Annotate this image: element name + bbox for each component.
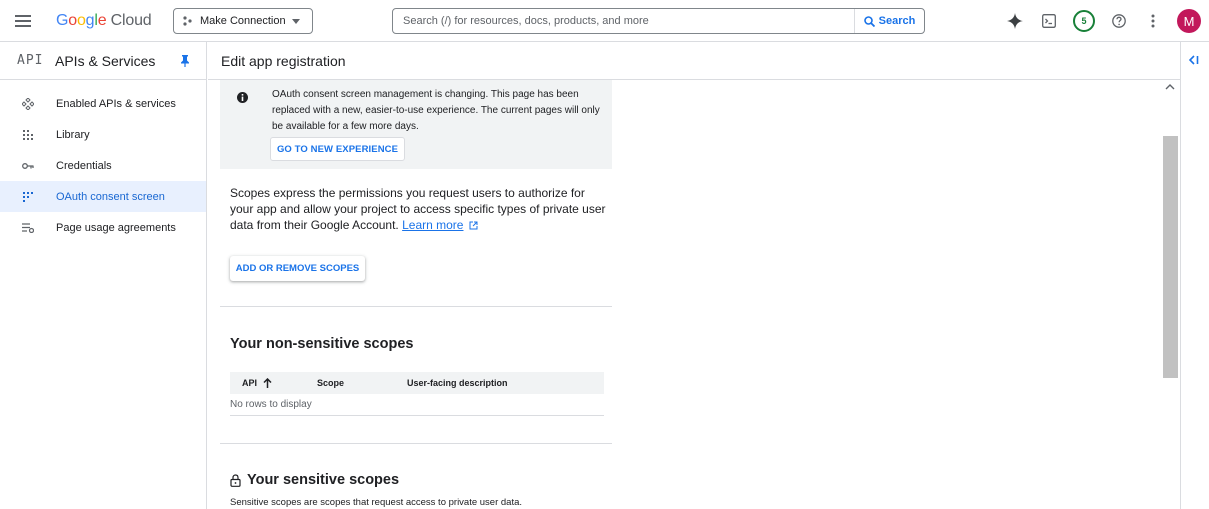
gemini-button[interactable]	[1005, 11, 1025, 31]
agreements-icon	[22, 221, 42, 235]
banner-message: OAuth consent screen management is chang…	[272, 89, 600, 132]
sensitive-scopes-description: Sensitive scopes are scopes that request…	[230, 497, 523, 508]
pin-navigation-button[interactable]	[180, 54, 190, 72]
external-link-icon	[469, 221, 478, 230]
section-divider	[220, 443, 612, 444]
search-bar: Search	[392, 8, 925, 34]
help-icon	[1112, 14, 1126, 28]
dropdown-arrow-icon	[291, 18, 300, 24]
sidebar-item-library[interactable]: Library	[0, 119, 206, 150]
project-name: Make Connection	[200, 15, 286, 27]
consent-icon	[22, 190, 42, 204]
scroll-up-button[interactable]	[1165, 82, 1175, 93]
expand-panel-button[interactable]	[1188, 54, 1199, 68]
add-or-remove-scopes-button[interactable]: ADD OR REMOVE SCOPES	[230, 256, 365, 281]
sidebar-item-credentials[interactable]: Credentials	[0, 150, 206, 181]
sparkle-icon	[1007, 13, 1023, 29]
scopes-table-header: API Scope User-facing description	[230, 372, 604, 394]
sidebar-item-page-usage[interactable]: Page usage agreements	[0, 212, 206, 243]
more-options-button[interactable]	[1143, 11, 1163, 31]
sort-ascending-icon	[263, 378, 272, 388]
scrollbar-thumb[interactable]	[1163, 136, 1178, 378]
help-button[interactable]	[1109, 11, 1129, 31]
sidebar-item-oauth-consent[interactable]: OAuth consent screen	[0, 181, 206, 212]
api-logo: API	[17, 53, 44, 68]
search-input[interactable]	[393, 15, 854, 27]
column-scope[interactable]: Scope	[317, 378, 344, 388]
api-hub-icon	[22, 97, 42, 111]
search-icon	[863, 15, 875, 27]
hamburger-menu-icon	[15, 15, 31, 27]
column-user-facing-description[interactable]: User-facing description	[407, 378, 508, 388]
google-cloud-logo[interactable]: Google Cloud	[56, 12, 152, 30]
sidebar: API APIs & Services Enabled APIs & servi…	[0, 42, 207, 509]
sidebar-title: APIs & Services	[55, 52, 156, 69]
account-avatar[interactable]: M	[1177, 9, 1201, 33]
library-icon	[22, 128, 42, 142]
sensitive-scopes-title: Your sensitive scopes	[230, 472, 399, 488]
column-api[interactable]: API	[242, 378, 272, 388]
scopes-description: Scopes express the permissions you reque…	[230, 186, 606, 232]
more-vert-icon	[1151, 14, 1155, 28]
top-actions: 5 M	[1005, 8, 1201, 34]
search-button[interactable]: Search	[854, 9, 924, 33]
sidebar-header: API APIs & Services	[0, 42, 206, 80]
go-to-new-experience-button[interactable]: GO TO NEW EXPERIENCE	[270, 137, 405, 161]
sidebar-nav: Enabled APIs & services Library Credenti…	[0, 80, 206, 243]
chevron-up-icon	[1165, 84, 1175, 90]
page-title: Edit app registration	[208, 42, 1180, 80]
project-icon	[183, 16, 192, 26]
info-banner: OAuth consent screen management is chang…	[220, 80, 612, 169]
project-picker[interactable]: Make Connection	[173, 8, 313, 34]
section-divider	[220, 306, 612, 307]
info-icon	[237, 92, 248, 103]
cloud-shell-button[interactable]	[1039, 11, 1059, 31]
non-sensitive-scopes-title: Your non-sensitive scopes	[230, 336, 414, 352]
terminal-icon	[1042, 14, 1056, 28]
table-empty-message: No rows to display	[230, 394, 604, 416]
right-side-panel	[1180, 42, 1209, 509]
collapse-left-icon	[1188, 55, 1199, 65]
main-menu-button[interactable]	[12, 10, 34, 32]
key-icon	[22, 159, 42, 173]
sidebar-item-enabled-apis[interactable]: Enabled APIs & services	[0, 88, 206, 119]
top-app-bar: Google Cloud Make Connection Search 5 M	[0, 0, 1209, 42]
lock-icon	[230, 473, 241, 487]
notifications-badge[interactable]: 5	[1073, 10, 1095, 32]
learn-more-link[interactable]: Learn more	[402, 218, 463, 232]
pin-icon	[181, 55, 189, 67]
